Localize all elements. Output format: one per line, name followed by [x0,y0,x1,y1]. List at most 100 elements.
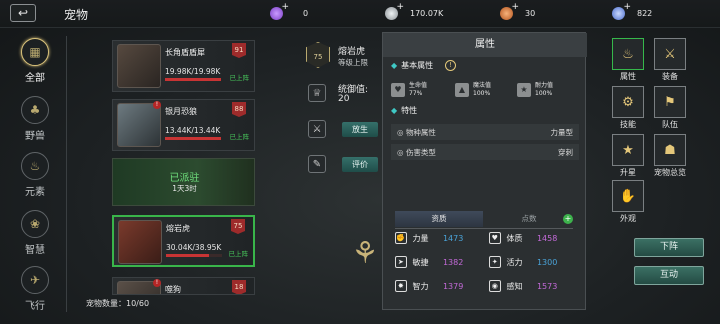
pet-name: 长角盾盾犀 [165,48,205,57]
menu-appearance-button[interactable]: ✋ [612,180,644,212]
trait-value: 穿刺 [558,147,573,157]
menu-label: 外观 [620,214,636,223]
pet-count: 宠物数量：10/60 [86,298,149,309]
pet-name: 银月恐狼 [165,107,197,116]
stat-stamina: ★ 耐力值 100% [517,79,569,101]
perception-icon: ◉ [489,280,501,292]
aptitude-row-2: ➤ 敏捷 1382 ✦ 活力 1300 [395,255,575,269]
flying-icon: ✈ [21,266,49,294]
aptitude-name: 活力 [506,257,523,267]
skill-icon: ⚙ [622,94,634,110]
tab-divider [395,228,573,229]
aptitude-tabs: 资质 点数 + [395,211,573,227]
pet-card-lava-tiger[interactable]: 熔岩虎 30.04K/38.95K 75 已上阵 [112,215,255,267]
grid-icon: ▦ [21,38,49,66]
pet-portrait [117,44,161,88]
add-silver-coin-button[interactable]: + [396,2,404,12]
section-title: 特性 [401,106,418,115]
review-button[interactable]: 评价 [342,157,378,172]
menu-label: 宠物总览 [654,168,686,177]
page-title: 宠物 [64,8,89,22]
pet-name: 熔岩虎 [166,224,190,233]
back-button[interactable]: ↩ [10,4,36,22]
menu-star-up-button[interactable]: ★ [612,134,644,166]
resource-silver-coin[interactable]: + 170.07K [385,2,443,21]
category-all[interactable]: ▦ 全部 [16,38,54,84]
stat-value: 100% [473,90,491,97]
trait-label: ◎ 伤害类型 [397,147,436,157]
copper-coin-value: 30 [525,8,536,18]
dispatched-slot[interactable]: 已派驻 1天3时 [112,158,255,206]
pet-hp-bar [165,137,221,140]
interact-button[interactable]: 互动 [634,266,704,285]
menu-skills-button[interactable]: ⚙ [612,86,644,118]
pet-hp: 13.44K/13.44K [165,126,221,135]
category-label: 智慧 [25,245,45,256]
category-beast[interactable]: ♣ 野兽 [16,96,54,142]
alert-icon: ! [153,279,161,287]
command-value: 20 [338,94,350,104]
fire-icon: ♨ [622,46,634,62]
rank-emblem-icon: ⚘ [351,236,379,271]
category-wisdom[interactable]: ❀ 智慧 [16,210,54,256]
resource-blue-crystal[interactable]: + 822 [612,2,653,21]
star-icon: ★ [622,142,634,158]
trait-label: ◎ 物种属性 [397,127,436,137]
purple-gem-icon: + [270,2,289,20]
back-arrow-icon: ↩ [17,6,29,20]
stat-name: 耐力值 [535,82,554,89]
aptitude-row-3: ✸ 智力 1379 ◉ 感知 1573 [395,279,575,293]
release-button[interactable]: 放生 [342,122,378,137]
pet-hp: 30.04K/38.95K [166,243,222,252]
blue-crystal-value: 822 [637,8,653,18]
heart-icon: ♥ [391,83,405,97]
pet-portrait [117,103,161,147]
strength-icon: ✊ [395,232,407,244]
pet-level-badge: 75 [231,219,245,234]
release-icon: ⚔ [308,120,326,138]
purple-gem-value: 0 [303,8,309,18]
aptitude-value: 1473 [442,233,464,243]
dispatched-title: 已派驻 [169,173,200,184]
category-label: 野兽 [25,131,45,142]
pet-card-wolf[interactable]: ! 银月恐狼 13.44K/13.44K 88 已上阵 [112,99,255,151]
menu-equipment-button[interactable]: ⚔ [654,38,686,70]
add-purple-gem-button[interactable]: + [281,2,289,12]
resource-copper-coin[interactable]: + 30 [500,2,536,21]
traits-header: ◆ 特性 [391,105,417,116]
category-flying[interactable]: ✈ 飞行 [16,266,54,312]
wisdom-icon: ❀ [21,210,49,238]
pet-detail-name: 熔岩虎 [338,47,366,57]
info-icon[interactable]: ! [445,60,457,71]
pet-card-rhino[interactable]: 长角盾盾犀 19.98K/19.98K 91 已上阵 [112,40,255,92]
crest-icon: ♕ [308,84,326,102]
basic-attributes-header: ◆ 基本属性 ! [391,60,457,71]
aptitude-value: 1382 [442,257,464,267]
tab-aptitude[interactable]: 资质 [395,211,483,227]
menu-team-button[interactable]: ⚑ [654,86,686,118]
add-points-icon[interactable]: + [563,214,573,224]
stat-hp: ♥ 生命值 77% [391,79,443,101]
aptitude-value: 1379 [442,281,464,291]
trait-value: 力量型 [550,127,574,137]
crossed-swords-icon: ⚔ [664,46,676,62]
add-blue-crystal-button[interactable]: + [623,2,631,12]
overview-icon: ☗ [664,142,676,158]
aptitude-name: 力量 [412,233,429,243]
pet-card-dog[interactable]: ! 噬狗 18 [112,277,255,295]
rail-divider [66,36,67,312]
stat-value: 100% [535,90,553,97]
popup-title: 属性 [383,33,587,57]
pet-portrait [118,220,162,264]
add-copper-coin-button[interactable]: + [511,2,519,12]
menu-attributes-button[interactable]: ♨ [612,38,644,70]
blue-crystal-icon: + [612,2,631,20]
category-label: 飞行 [25,301,45,312]
appearance-icon: ✋ [619,188,637,204]
resource-purple-gem[interactable]: + 0 [270,2,309,21]
silver-coin-icon: + [385,2,404,20]
menu-overview-button[interactable]: ☗ [654,134,686,166]
tab-points[interactable]: 点数 [485,211,573,227]
unequip-button[interactable]: 下阵 [634,238,704,257]
category-element[interactable]: ♨ 元素 [16,152,54,198]
